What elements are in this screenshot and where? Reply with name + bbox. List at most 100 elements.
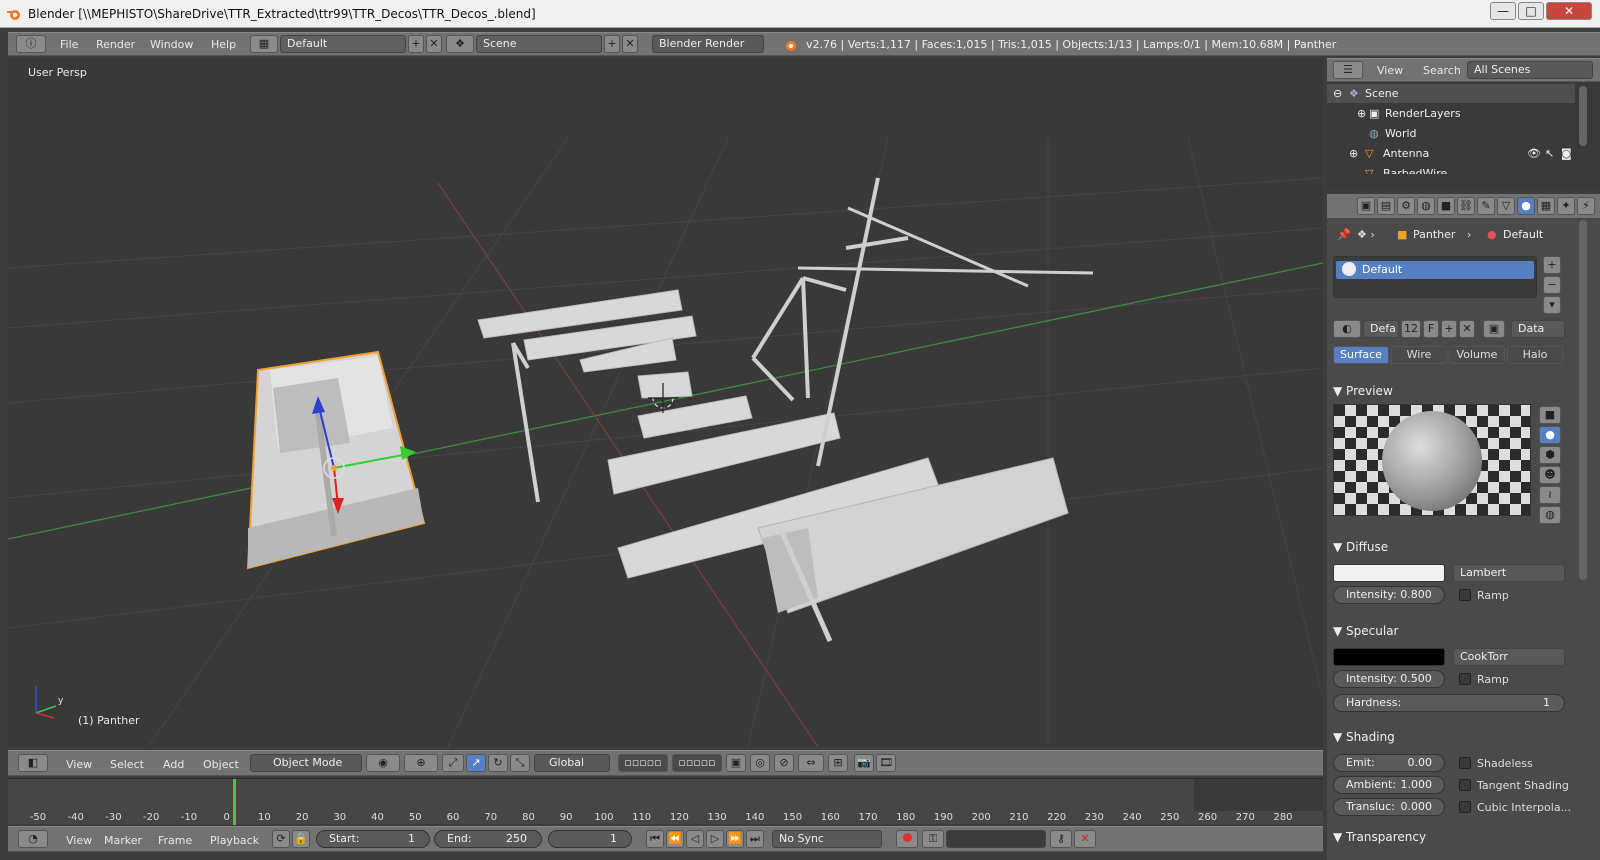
tab-volume[interactable]: Volume: [1449, 346, 1505, 364]
menu-help[interactable]: Help: [211, 38, 236, 51]
tab-halo[interactable]: Halo: [1507, 346, 1563, 364]
tab-wire[interactable]: Wire: [1391, 346, 1447, 364]
scene-tab-icon[interactable]: ⚙: [1397, 197, 1415, 215]
transluc-field[interactable]: Transluc: 0.000: [1333, 798, 1445, 816]
editor-type-timeline-icon[interactable]: ◔: [18, 830, 48, 848]
render-camera-icon[interactable]: ◙: [1561, 144, 1572, 163]
viewport-scene[interactable]: [8, 58, 1323, 747]
close-button[interactable]: ✕: [1546, 2, 1592, 20]
play-icon[interactable]: ▷: [706, 830, 724, 848]
tangent-shading-checkbox[interactable]: [1459, 779, 1471, 791]
properties-scrollbar[interactable]: [1579, 220, 1587, 580]
texture-tab-icon[interactable]: ▦: [1537, 197, 1555, 215]
material-slot-list[interactable]: Default: [1333, 256, 1537, 298]
expand-icon[interactable]: ⊕: [1357, 104, 1366, 123]
orientation-select[interactable]: Global: [534, 754, 610, 772]
record-icon[interactable]: [896, 830, 918, 848]
editor-type-3d-icon[interactable]: ◧: [18, 754, 48, 772]
menu-select[interactable]: Select: [110, 758, 144, 771]
world-tab-icon[interactable]: ◍: [1417, 197, 1435, 215]
hardness-field[interactable]: Hardness: 1: [1333, 694, 1565, 712]
menu-render[interactable]: Render: [96, 38, 135, 51]
slot-menu-icon[interactable]: ▾: [1543, 296, 1561, 314]
preview-hair-icon[interactable]: ≀: [1539, 486, 1561, 504]
material-preview[interactable]: [1333, 404, 1531, 516]
diffuse-color-swatch[interactable]: [1333, 564, 1445, 582]
current-frame-field[interactable]: 1: [548, 830, 632, 848]
shadeless-checkbox[interactable]: [1459, 757, 1471, 769]
preview-monkey-icon[interactable]: ☻: [1539, 466, 1561, 484]
outliner-display-select[interactable]: All Scenes: [1467, 61, 1593, 79]
editor-type-outliner-icon[interactable]: ☰: [1333, 61, 1363, 79]
preview-cube-icon[interactable]: ⬢: [1539, 446, 1561, 464]
current-frame-marker[interactable]: [233, 779, 236, 825]
slot-add-icon[interactable]: +: [1543, 256, 1561, 274]
material-link-select[interactable]: Data: [1511, 320, 1565, 338]
lock-layers-icon[interactable]: ▣: [726, 754, 746, 772]
outliner-scrollbar[interactable]: [1579, 86, 1587, 146]
node-material-icon[interactable]: ▣: [1483, 320, 1505, 338]
layout-field[interactable]: Default: [280, 35, 406, 53]
emit-field[interactable]: Emit: 0.00: [1333, 754, 1445, 772]
selectable-arrow-icon[interactable]: ↖: [1545, 144, 1554, 163]
unlink-material-icon[interactable]: ✕: [1459, 320, 1475, 338]
material-slot-default[interactable]: Default: [1336, 261, 1534, 279]
physics-tab-icon[interactable]: ⚡: [1577, 197, 1595, 215]
snap-element-icon[interactable]: ⇔: [798, 754, 824, 772]
menu-object[interactable]: Object: [203, 758, 239, 771]
snap-target-icon[interactable]: ⊞: [828, 754, 848, 772]
maximize-button[interactable]: □: [1518, 2, 1544, 20]
outliner-row-world[interactable]: ◍ World: [1327, 124, 1575, 143]
material-tab-icon[interactable]: ●: [1517, 197, 1535, 215]
render-engine-select[interactable]: Blender Render: [652, 35, 764, 53]
minimize-button[interactable]: —: [1490, 2, 1516, 20]
object-tab-icon[interactable]: ■: [1437, 197, 1455, 215]
properties-editor[interactable]: ▣ ▤ ⚙ ◍ ■ ⛓ ✎ ▽ ● ▦ ✦ ⚡ 📌 ❖ › ■ Panther › ● Default…: [1327, 194, 1600, 860]
menu-window[interactable]: Window: [150, 38, 193, 51]
visibility-eye-icon[interactable]: 👁: [1527, 144, 1541, 163]
scene-add-icon[interactable]: +: [604, 35, 620, 53]
timeline-area[interactable]: -50 -40 -30 -20 -10 0 10 20 30 40 50 60 70 80 90 100 110…: [8, 778, 1323, 825]
start-frame-field[interactable]: Start: 1: [316, 830, 430, 848]
slot-remove-icon[interactable]: −: [1543, 276, 1561, 294]
scale-manipulator-icon[interactable]: ⤡: [510, 754, 530, 772]
layers-second-block[interactable]: ▫▫▫▫▫: [672, 754, 722, 772]
jump-keyframe-back-icon[interactable]: ⏪: [666, 830, 684, 848]
timeline-menu-marker[interactable]: Marker: [104, 834, 142, 847]
outliner-row-antenna[interactable]: ⊕ ▽ Antenna 👁 ↖ ◙: [1327, 144, 1575, 163]
material-users-count[interactable]: 12: [1401, 320, 1421, 338]
menu-view[interactable]: View: [66, 758, 92, 771]
data-tab-icon[interactable]: ▽: [1497, 197, 1515, 215]
diffuse-intensity-field[interactable]: Intensity: 0.800: [1333, 586, 1445, 604]
render-tab-icon[interactable]: ▣: [1357, 197, 1375, 215]
diffuse-panel-header[interactable]: ▼ Diffuse: [1333, 540, 1388, 554]
timeline-menu-frame[interactable]: Frame: [158, 834, 192, 847]
constraints-tab-icon[interactable]: ⛓: [1457, 197, 1475, 215]
scene-remove-icon[interactable]: ✕: [622, 35, 638, 53]
outliner-row-renderlayers[interactable]: ⊕ ▣ RenderLayers: [1327, 104, 1575, 123]
tab-surface[interactable]: Surface: [1333, 346, 1389, 364]
preview-world-icon[interactable]: ◍: [1539, 506, 1561, 524]
jump-keyframe-forward-icon[interactable]: ⏩: [726, 830, 744, 848]
play-reverse-icon[interactable]: ◁: [686, 830, 704, 848]
outliner-menu-view[interactable]: View: [1377, 64, 1403, 77]
specular-ramp-checkbox[interactable]: [1459, 673, 1471, 685]
new-material-icon[interactable]: +: [1441, 320, 1457, 338]
layers-first-block[interactable]: ▫▫▫▫▫: [618, 754, 668, 772]
keying-set-field[interactable]: [946, 830, 1046, 848]
particles-tab-icon[interactable]: ✦: [1557, 197, 1575, 215]
timeline-menu-view[interactable]: View: [66, 834, 92, 847]
preview-sphere-icon[interactable]: ●: [1539, 426, 1561, 444]
timeline-menu-playback[interactable]: Playback: [210, 834, 259, 847]
preview-flat-icon[interactable]: ■: [1539, 406, 1561, 424]
layout-add-icon[interactable]: +: [408, 35, 424, 53]
menu-file[interactable]: File: [60, 38, 78, 51]
outliner-row-scene[interactable]: ⊖ ❖ Scene: [1327, 84, 1575, 103]
diffuse-shader-select[interactable]: Lambert: [1453, 564, 1565, 582]
delete-keyframe-icon[interactable]: ✕: [1074, 830, 1096, 848]
viewport-shading-icon[interactable]: ◉: [366, 754, 400, 772]
render-still-icon[interactable]: 📷: [854, 754, 874, 772]
sync-select[interactable]: No Sync: [772, 830, 882, 848]
menu-add[interactable]: Add: [163, 758, 184, 771]
render-anim-icon[interactable]: 🎞: [876, 754, 896, 772]
